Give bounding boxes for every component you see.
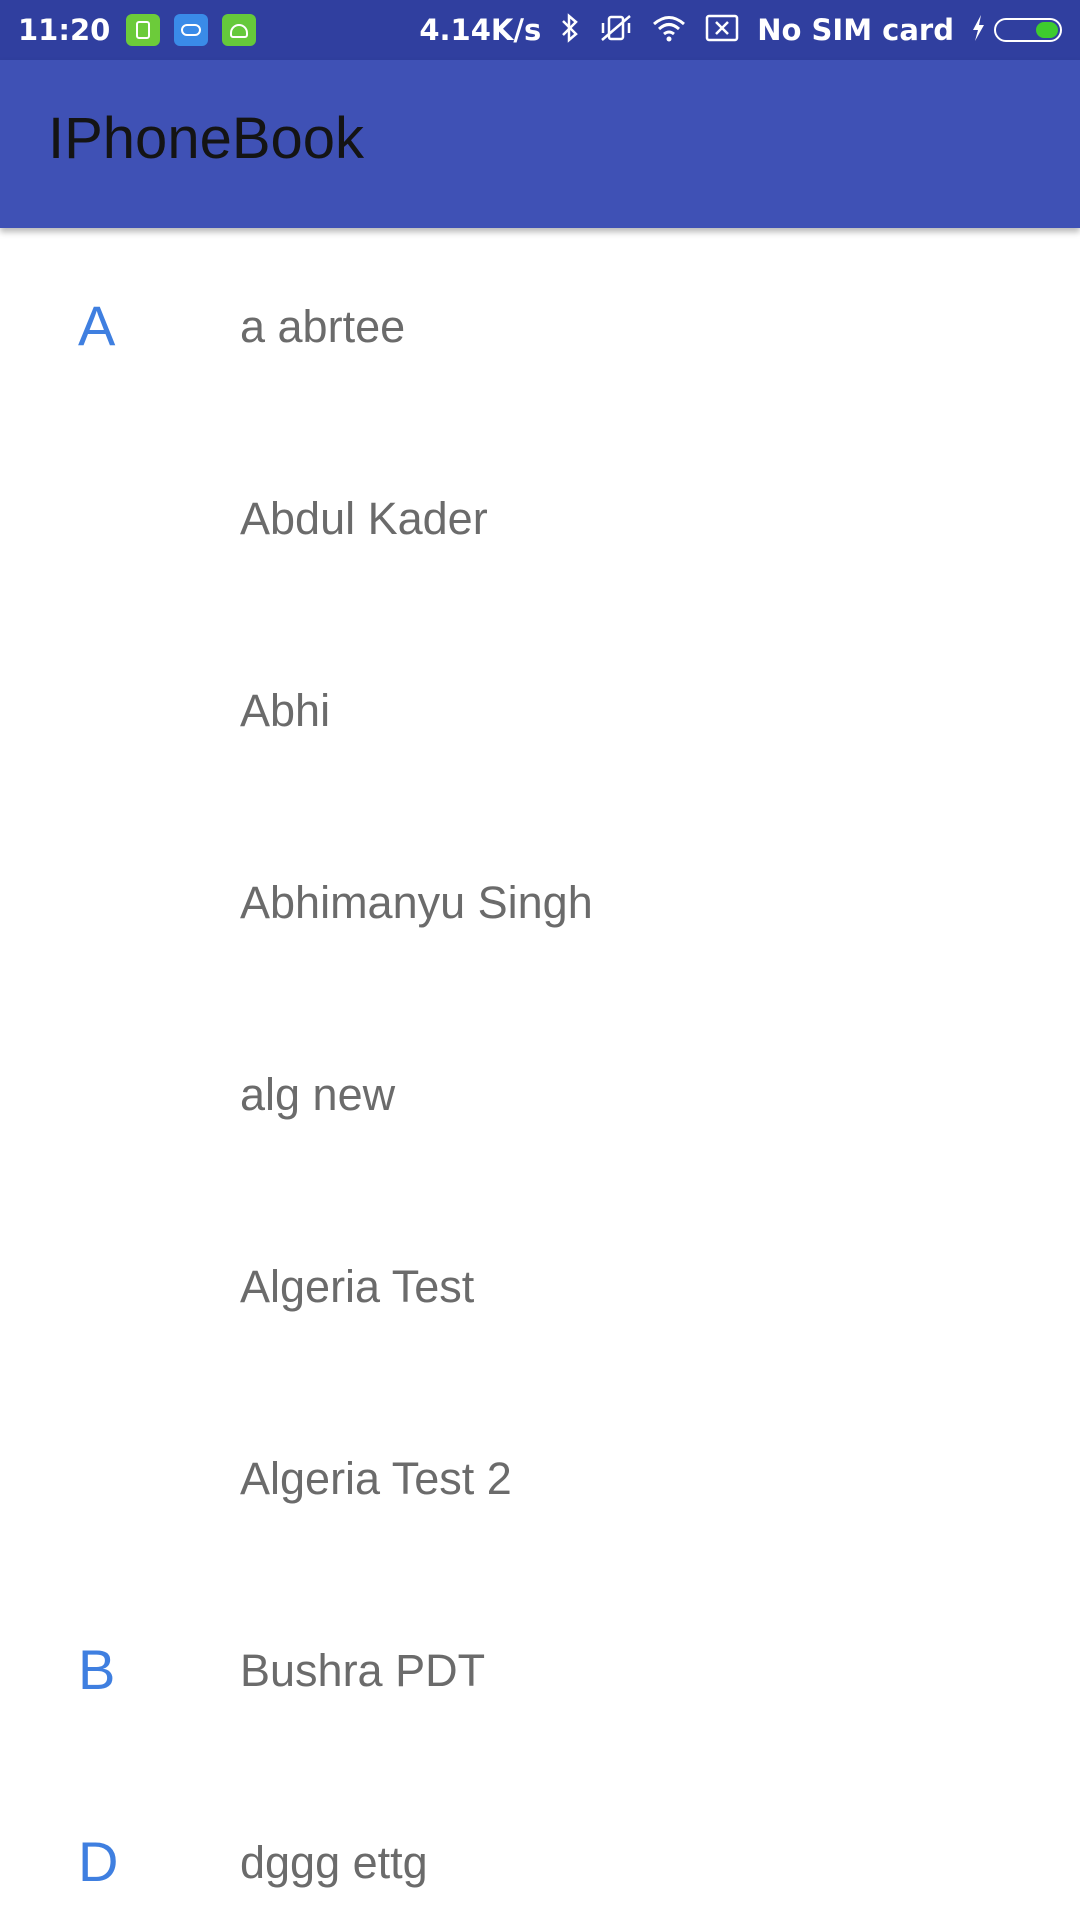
status-bar-left: 11:20 — [18, 13, 270, 47]
bluetooth-icon — [559, 12, 581, 48]
section-letter: A — [78, 294, 116, 357]
contact-name: Algeria Test 2 — [240, 1453, 512, 1504]
no-sim-icon — [705, 14, 739, 47]
charging-icon — [970, 14, 986, 47]
status-bar-right: 4.14K/s No SIM card — [419, 12, 1062, 48]
contact-row[interactable]: Algeria Test — [0, 1188, 1080, 1380]
battery-level — [1036, 22, 1058, 38]
section-letter: B — [78, 1638, 116, 1701]
contact-row[interactable]: B Bushra PDT — [0, 1572, 1080, 1764]
network-speed: 4.14K/s — [419, 13, 542, 47]
contact-name: Algeria Test — [240, 1261, 475, 1312]
vibrate-off-icon — [599, 13, 633, 48]
contact-name: alg new — [240, 1069, 396, 1120]
contact-row[interactable]: Abdul Kader — [0, 420, 1080, 612]
cloud-icon — [174, 14, 209, 46]
contact-name: dggg ettg — [240, 1837, 428, 1888]
contact-name: a abrtee — [240, 301, 406, 352]
contact-row[interactable]: Aa abrtee — [0, 228, 1080, 420]
contact-row[interactable]: Ddggg ettg — [0, 1764, 1080, 1920]
status-time: 11:20 — [18, 13, 111, 47]
app-title: IPhoneBook — [48, 106, 365, 171]
contact-row[interactable]: Abhimanyu Singh — [0, 804, 1080, 996]
status-bar: 11:20 4.14K/s No SIM card — [0, 0, 1080, 60]
contact-list[interactable]: Aa abrtee Abdul Kader Abhi Abhimanyu Singh a… — [0, 228, 1080, 1920]
contact-row[interactable]: Abhi — [0, 612, 1080, 804]
battery-icon — [994, 18, 1062, 42]
section-letter: D — [78, 1830, 119, 1893]
contact-name: Abhi — [240, 685, 331, 736]
contact-row[interactable]: alg new — [0, 996, 1080, 1188]
contact-name: Abdul Kader — [240, 493, 488, 544]
contact-name: Bushra PDT — [240, 1645, 486, 1696]
app-toolbar: IPhoneBook — [0, 60, 1080, 228]
contact-row[interactable]: Algeria Test 2 — [0, 1380, 1080, 1572]
battery-saver-icon — [126, 14, 161, 46]
sim-status: No SIM card — [757, 13, 954, 47]
android-icon — [222, 14, 257, 46]
wifi-icon — [651, 14, 687, 47]
contact-name: Abhimanyu Singh — [240, 877, 593, 928]
